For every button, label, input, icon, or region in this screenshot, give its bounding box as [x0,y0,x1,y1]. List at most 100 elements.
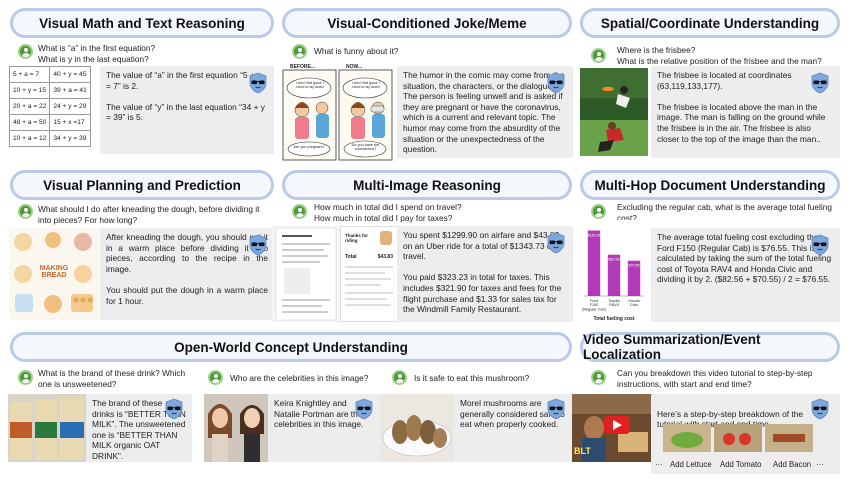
user-avatar-icon [292,44,307,59]
recipe-image: MAKING BREAD [9,228,99,320]
question-celebrities: Who are the celebrities in this image? [230,373,369,383]
uber-receipt-avatar [380,231,392,245]
fuel-category-label: Civic [630,303,638,307]
fuel-chart: $130.96 Ford F150 (Regular Cab) $82.56 Toyota… [578,220,648,324]
video-thumbnail[interactable]: BLT [572,394,652,462]
user-avatar-icon [18,44,33,59]
robot-sunglasses-icon [810,398,830,420]
robot-sunglasses-icon [354,398,374,420]
question-joke: What is funny about it? [314,46,399,56]
mushroom-photo [380,394,454,462]
section-title-joke: Visual-Conditioned Joke/Meme [282,8,572,38]
equation-cell: 48 + a = 50 [9,114,51,131]
robot-sunglasses-icon [248,234,268,256]
section-title-spatial-text: Spatial/Coordinate Understanding [600,15,820,31]
section-title-doc: Multi-Hop Document Understanding [580,170,840,200]
section-title-open-world-text: Open-World Concept Understanding [174,339,408,355]
fuel-category-label: (Regular Cab) [582,307,607,311]
user-avatar-icon [292,204,307,219]
comic-caption-before: BEFORE... [290,64,316,70]
equation-row: 48 + a = 50 15 + x =17 [9,114,91,131]
question-drinks: What is the brand of these drink? Which … [38,368,186,389]
section-title-video: Video Summarization/Event Localization [580,332,840,362]
equation-cell: 34 + y = 39 [49,130,91,147]
equation-row: 5 + a = 7 40 + y = 45 [9,66,91,83]
equation-cell: 20 + a = 22 [9,98,51,115]
comic-bubble-2: I don't feel good, I need to lay down [351,81,381,89]
robot-sunglasses-icon [810,234,830,256]
section-title-planning-text: Visual Planning and Prediction [43,177,241,193]
receipt-image-2: Thanks for riding Total $43.83 [340,226,398,322]
equation-cell: 15 + x =17 [49,114,91,131]
question-video: Can you breakdown this video tutorial to… [617,368,813,389]
user-avatar-icon [18,370,33,385]
step-label-lettuce: Add Lettuce [670,460,712,469]
section-title-multi-image-text: Multi-Image Reasoning [353,177,501,193]
equation-cell: 10 + a = 12 [9,130,51,147]
comic-bubble-1: I don't feel good, I need to lay down [295,81,325,89]
equation-cell: 39 + a = 41 [49,82,91,99]
step-label-bacon: Add Bacon [773,460,812,469]
fuel-bar-chart: $130.96FordF150(Regular Cab)$82.56Toyota… [582,230,644,322]
fuel-category-label: RAV4 [609,303,619,307]
robot-sunglasses-icon [546,398,566,420]
robot-sunglasses-icon [810,72,830,94]
question-math: What is “a” in the first equation? What … [38,43,156,64]
comic-reply-2: Do you have the coronavirus? [351,143,380,152]
section-title-multi-image: Multi-Image Reasoning [282,170,572,200]
equation-cell: 5 + a = 7 [9,66,51,83]
step-ellipsis-right: ··· [816,460,824,469]
equation-cell: 24 + y = 29 [49,98,91,115]
question-planning: What should I do after kneading the doug… [38,204,260,225]
robot-sunglasses-icon [546,232,566,254]
robot-sunglasses-icon [164,398,184,420]
section-title-open-world: Open-World Concept Understanding [10,332,572,362]
section-title-spatial: Spatial/Coordinate Understanding [580,8,840,38]
section-title-joke-text: Visual-Conditioned Joke/Meme [327,15,527,31]
fuel-bar-value-label: $70.55 [629,264,640,268]
question-multi-image: How much in total did I spend on travel?… [314,202,462,223]
question-spatial: Where is the frisbee? What is the relati… [617,45,822,66]
section-title-math: Visual Math and Text Reasoning [10,8,274,38]
celebrities-photo [204,394,268,462]
section-title-math-text: Visual Math and Text Reasoning [39,15,245,31]
section-title-video-text: Video Summarization/Event Localization [583,332,761,362]
comic-reply-1: Are you pregnant? [293,145,325,149]
equations-image: 5 + a = 7 40 + y = 45 10 + y = 15 39 + a =… [9,66,99,158]
equation-row: 20 + a = 22 24 + y = 29 [9,98,91,115]
user-avatar-icon [591,370,606,385]
equation-row: 10 + a = 12 34 + y = 39 [9,130,91,147]
fuel-bar [587,230,601,296]
user-avatar-icon [208,370,223,385]
robot-sunglasses-icon [248,72,268,94]
uber-total-label: Total [345,254,357,260]
question-mushroom: Is it safe to eat this mushroom? [414,373,530,383]
equations-table: 5 + a = 7 40 + y = 45 10 + y = 15 39 + a =… [9,66,91,147]
comic-caption-now: NOW... [346,64,363,70]
question-doc: Excluding the regular cab, what is the a… [617,202,832,223]
video-thumb-text: BLT [574,446,591,456]
section-title-planning: Visual Planning and Prediction [10,170,274,200]
robot-sunglasses-icon [546,72,566,94]
fuel-x-axis-label: Total fueling cost [593,316,634,322]
equation-cell: 10 + y = 15 [9,82,51,99]
step-thumbnails [663,424,813,452]
comic-image: BEFORE... NOW... I don't feel good, I ne… [282,64,394,162]
receipt-image-1 [272,226,340,322]
fuel-bar-value-label: $130.96 [588,234,601,238]
user-avatar-icon [392,370,407,385]
step-label-tomato: Add Tomato [720,460,762,469]
recipe-title: MAKING BREAD [39,265,69,279]
user-avatar-icon [591,204,606,219]
uber-receipt-title: Thanks for riding [345,233,369,243]
step-ellipsis-left: ··· [655,460,663,469]
user-avatar-icon [18,204,33,219]
uber-total-value: $43.83 [377,254,393,260]
equation-cell: 40 + y = 45 [49,66,91,83]
equation-row: 10 + y = 15 39 + a = 41 [9,82,91,99]
drinks-photo [8,394,86,462]
user-avatar-icon [591,48,606,63]
section-title-doc-text: Multi-Hop Document Understanding [594,177,826,193]
frisbee-photo [580,68,648,156]
fuel-bar-value-label: $82.56 [609,258,620,262]
